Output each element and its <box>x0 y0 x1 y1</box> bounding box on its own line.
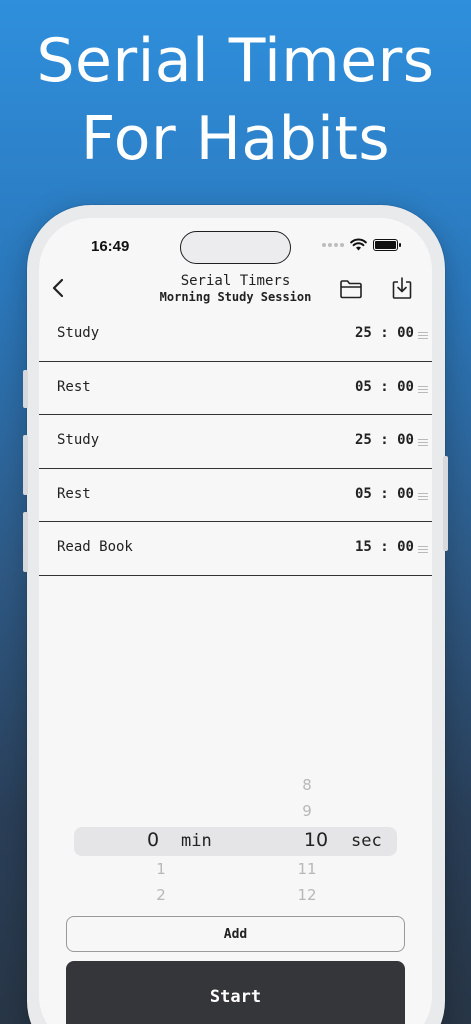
timer-name: Rest <box>57 378 91 395</box>
reorder-handle-icon[interactable] <box>418 332 428 339</box>
timer-duration: 15 : 00 <box>354 539 414 556</box>
status-icons <box>322 238 401 251</box>
promo-line-2: For Habits <box>80 104 391 174</box>
picker-selection-band <box>74 827 397 856</box>
minutes-option[interactable]: 2 <box>141 886 181 904</box>
minutes-selected[interactable]: 0 <box>133 829 173 851</box>
timer-duration: 25 : 00 <box>354 325 414 341</box>
timer-duration: 05 : 00 <box>354 485 414 502</box>
battery-icon <box>373 238 401 251</box>
app-screen: 16:49 Serial Timers Morning Study Sessio… <box>39 218 432 1024</box>
timer-row[interactable]: Rest 05 : 00 <box>39 469 432 523</box>
add-button[interactable]: Add <box>66 916 405 952</box>
seconds-option[interactable]: 12 <box>287 886 327 904</box>
phone-power-button <box>443 456 448 551</box>
minutes-label: min <box>181 831 212 851</box>
seconds-selected[interactable]: 10 <box>296 829 336 851</box>
timer-name: Study <box>57 325 100 341</box>
minutes-option[interactable]: 1 <box>141 860 181 878</box>
timer-duration: 05 : 00 <box>354 378 414 395</box>
timer-name: Rest <box>57 485 91 502</box>
timer-row[interactable]: Read Book 15 : 00 <box>39 522 432 576</box>
seconds-label: sec <box>351 831 382 851</box>
reorder-handle-icon[interactable] <box>418 546 428 554</box>
timer-row[interactable]: Study 25 : 00 <box>39 415 432 469</box>
folder-icon[interactable] <box>339 278 363 300</box>
nav-subtitle: Morning Study Session <box>159 290 312 304</box>
nav-title: Serial Timers <box>180 273 291 289</box>
duration-picker[interactable]: 0 1 2 min 8 9 10 11 12 sec <box>39 773 432 908</box>
timer-name: Study <box>57 432 100 449</box>
promo-line-1: Serial Timers <box>36 26 435 96</box>
reorder-handle-icon[interactable] <box>418 492 428 500</box>
download-icon[interactable] <box>391 276 413 300</box>
timer-row[interactable]: Study 25 : 00 <box>39 308 432 362</box>
phone-volume-down <box>23 512 28 572</box>
phone-silent-switch <box>23 370 28 408</box>
reorder-handle-icon[interactable] <box>418 439 428 447</box>
start-button[interactable]: Start <box>66 961 405 1024</box>
timer-list: Study 25 : 00 Rest 05 : 00 Study 25 : 00… <box>39 308 432 576</box>
chevron-left-icon[interactable] <box>49 276 69 300</box>
timer-duration: 25 : 00 <box>354 432 414 449</box>
reorder-handle-icon[interactable] <box>418 385 428 393</box>
dynamic-island <box>180 231 291 264</box>
seconds-option[interactable]: 9 <box>287 802 327 820</box>
status-time: 16:49 <box>91 238 130 255</box>
promo-headline: Serial Timers For Habits <box>0 22 471 178</box>
timer-name: Read Book <box>57 539 133 556</box>
nav-title-block: Serial Timers Morning Study Session <box>129 273 342 305</box>
phone-volume-up <box>23 435 28 495</box>
seconds-option[interactable]: 8 <box>287 776 327 794</box>
cellular-signal-icon <box>322 242 344 247</box>
wifi-icon <box>350 238 367 251</box>
timer-row[interactable]: Rest 05 : 00 <box>39 362 432 416</box>
seconds-option[interactable]: 11 <box>287 860 327 878</box>
